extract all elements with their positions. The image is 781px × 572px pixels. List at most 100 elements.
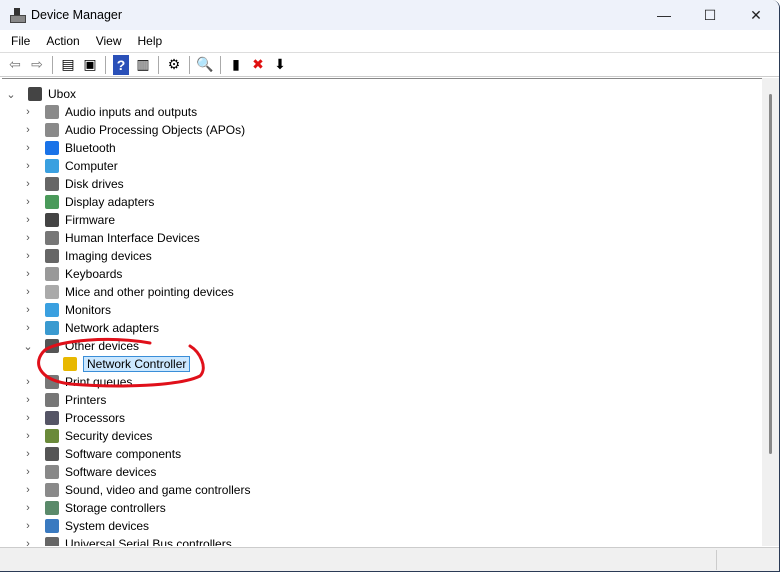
chevron-right-icon[interactable]: › [23,142,33,154]
menu-view[interactable]: View [88,34,130,48]
tree-item[interactable]: › Audio inputs and outputs [26,103,197,121]
tree-item[interactable]: › Network adapters [26,319,160,337]
device-category-icon [45,159,59,173]
chevron-right-icon[interactable]: › [23,502,33,514]
tree-item-label: Printers [65,393,107,407]
device-category-icon [28,87,42,101]
tree-item[interactable]: › Firmware [26,211,115,229]
tree-item[interactable]: › Print queues [26,373,132,391]
tree-item[interactable]: › Keyboards [26,265,122,283]
chevron-right-icon[interactable]: › [23,430,33,442]
chevron-right-icon[interactable]: › [23,484,33,496]
disable-icon[interactable]: ⬇ [269,55,291,75]
toolbar: ⇦ ⇨ ▤ ▣? ▥ ⚙ 🔍 ▮ ✖ ⬇ [0,53,779,77]
menu-help[interactable]: Help [130,34,171,48]
chevron-right-icon[interactable]: › [23,232,33,244]
tree-item[interactable]: ⌄ Other devices [23,337,139,355]
show-hide-console-tree-icon[interactable]: ▤ [57,55,79,75]
chevron-right-icon[interactable]: › [23,160,33,172]
enable-device-icon[interactable]: ▮ [225,55,247,75]
tree-item[interactable]: › Disk drives [26,175,124,193]
tree-item[interactable]: › Software components [26,445,182,463]
chevron-right-icon[interactable]: › [23,304,33,316]
tree-item[interactable]: › Storage controllers [26,499,166,517]
chevron-right-icon[interactable]: › [23,538,33,546]
device-category-icon [45,339,59,353]
tree-item[interactable]: › Sound, video and game controllers [26,481,250,499]
chevron-right-icon[interactable]: › [23,322,33,334]
device-category-icon [45,537,59,546]
tree-item-label: Ubox [48,87,77,101]
tree-item-label: Network Controller [83,356,191,372]
device-category-icon [45,321,59,335]
tree-item-label: Imaging devices [65,249,152,263]
device-category-icon [45,231,59,245]
tree-item[interactable]: › Software devices [26,463,157,481]
tree-item[interactable]: › Audio Processing Objects (APOs) [26,121,246,139]
vertical-scrollbar[interactable] [762,78,779,546]
tree-item[interactable]: › Monitors [26,301,111,319]
tree-item[interactable]: › Mice and other pointing devices [26,283,234,301]
device-category-icon [45,393,59,407]
tree-item-label: Storage controllers [65,501,166,515]
update-driver-icon[interactable]: ⚙ [163,55,185,75]
tree-root-ubox[interactable]: ⌄ Ubox [6,85,77,103]
tree-item[interactable]: › Human Interface Devices [26,229,200,247]
close-button[interactable]: ✕ [733,0,779,30]
chevron-right-icon[interactable]: › [23,178,33,190]
tree-item-label: System devices [65,519,150,533]
device-category-icon [45,519,59,533]
show-action-pane-icon[interactable]: ▥ [132,55,154,75]
chevron-down-icon[interactable]: ⌄ [6,88,16,101]
tree-item[interactable]: › Processors [26,409,125,427]
tree-item-label: Bluetooth [65,141,116,155]
tree-item-label: Disk drives [65,177,124,191]
tree-item[interactable]: › Computer [26,157,118,175]
device-category-icon [45,411,59,425]
chevron-right-icon[interactable]: › [23,250,33,262]
tree-item-label: Audio Processing Objects (APOs) [65,123,246,137]
chevron-right-icon[interactable]: › [23,286,33,298]
menu-action[interactable]: Action [38,34,87,48]
uninstall-icon[interactable]: ✖ [247,55,269,75]
device-category-icon [45,285,59,299]
tree-item[interactable]: › Security devices [26,427,152,445]
tree-item[interactable]: › Universal Serial Bus controllers [26,535,232,546]
chevron-right-icon[interactable]: › [23,268,33,280]
tree-item-label: Network adapters [65,321,160,335]
menu-file[interactable]: File [0,34,38,48]
tree-item-label: Computer [65,159,118,173]
tree-item[interactable]: › System devices [26,517,150,535]
tree-item[interactable]: › Imaging devices [26,247,152,265]
tree-item-label: Software components [65,447,182,461]
minimize-button[interactable]: — [641,0,687,30]
help-icon[interactable]: ? [113,54,129,75]
chevron-right-icon[interactable]: › [23,448,33,460]
chevron-right-icon[interactable]: › [23,106,33,118]
chevron-right-icon[interactable]: › [23,412,33,424]
chevron-right-icon[interactable]: › [23,394,33,406]
chevron-right-icon[interactable]: › [23,196,33,208]
device-manager-icon [10,8,26,23]
status-bar [0,547,779,571]
menu-bar: File Action View Help [0,30,779,53]
back-icon[interactable]: ⇦ [4,55,26,75]
scrollbar-thumb[interactable] [769,94,772,454]
chevron-right-icon[interactable]: › [23,520,33,532]
chevron-down-icon[interactable]: ⌄ [23,340,33,353]
chevron-right-icon[interactable]: › [23,466,33,478]
tree-item[interactable]: › Bluetooth [26,139,116,157]
tree-item[interactable]: › Printers [26,391,107,409]
tree-item[interactable]: › Display adapters [26,193,155,211]
tree-item-label: Display adapters [65,195,155,209]
chevron-right-icon[interactable]: › [23,124,33,136]
tree-item-network-controller[interactable]: Network Controller [63,355,191,373]
tree-item-label: Software devices [65,465,157,479]
forward-icon[interactable]: ⇨ [26,55,48,75]
chevron-right-icon[interactable]: › [23,214,33,226]
maximize-button[interactable]: ☐ [687,0,733,30]
device-category-icon [45,141,59,155]
chevron-right-icon[interactable]: › [23,376,33,388]
properties-icon[interactable]: ▣ [79,55,101,75]
scan-hardware-icon[interactable]: 🔍 [194,55,216,75]
